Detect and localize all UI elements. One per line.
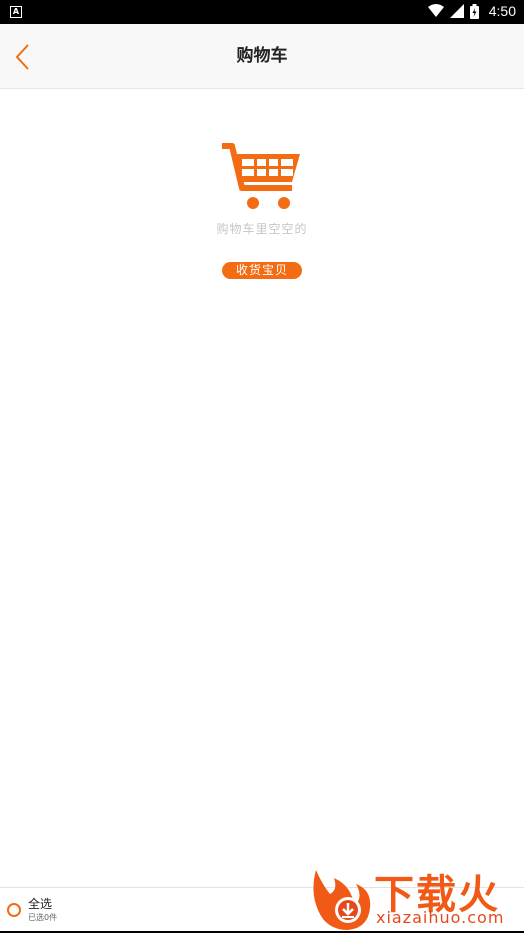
- select-all-radio[interactable]: [7, 903, 21, 917]
- status-icons: 4:50: [427, 3, 516, 19]
- select-all-label[interactable]: 全选: [28, 895, 52, 912]
- chevron-left-icon: [15, 44, 29, 70]
- selected-count-text: 已选0件: [28, 913, 58, 922]
- battery-icon: [469, 3, 479, 19]
- flame-logo-icon: [313, 870, 371, 930]
- shopping-cart-icon: [222, 143, 300, 209]
- empty-cart-message: 购物车里空空的: [216, 222, 308, 236]
- empty-cart-state: 购物车里空空的: [0, 140, 524, 237]
- status-time: 4:50: [488, 3, 516, 19]
- back-button[interactable]: [10, 42, 38, 72]
- favorites-button[interactable]: 收货宝贝: [222, 262, 302, 279]
- page-title: 购物车: [236, 46, 288, 66]
- wifi-icon: [427, 4, 444, 17]
- watermark-url: xiazaihuo.com: [376, 908, 505, 927]
- header-bar: 购物车: [0, 24, 524, 89]
- app-notification-icon: A: [10, 6, 22, 18]
- status-bar: A 4:50: [0, 0, 524, 24]
- watermark: 下载火 xiazaihuo.com: [308, 862, 524, 933]
- cellular-signal-icon: [449, 4, 464, 18]
